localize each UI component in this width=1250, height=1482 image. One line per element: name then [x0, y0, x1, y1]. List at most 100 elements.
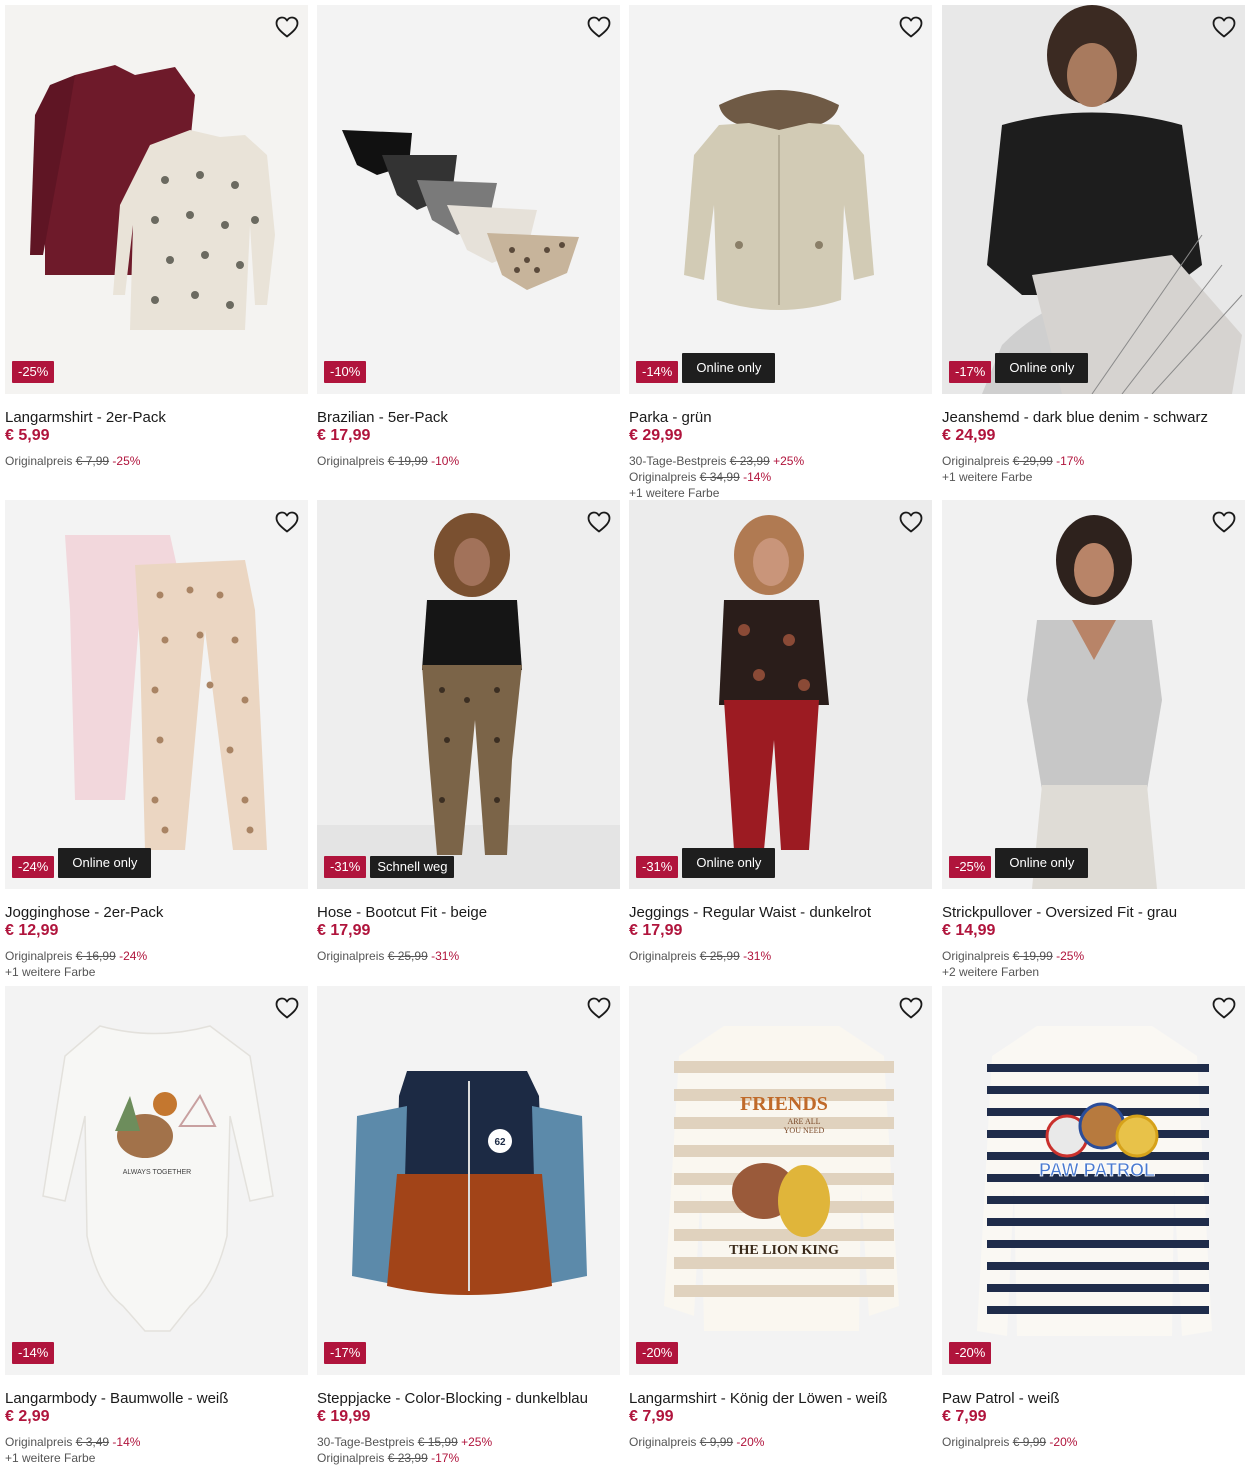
product-title[interactable]: Jeggings - Regular Waist - dunkelrot [629, 904, 932, 922]
product-image[interactable]: -31% Schnell weg [317, 500, 620, 889]
old-price: € 34,99 [699, 470, 740, 484]
product-title[interactable]: Langarmshirt - 2er-Pack [5, 409, 308, 427]
price-change-percent: +25% [461, 1435, 493, 1449]
discount-badge: -31% [636, 856, 679, 878]
more-colors-link[interactable]: +1 weitere Farbe [5, 1450, 308, 1466]
product-price: € 17,99 [317, 922, 371, 939]
product-image[interactable]: -25% [5, 5, 308, 394]
price-info-label: Originalpreis [317, 1451, 385, 1465]
product-title[interactable]: Strickpullover - Oversized Fit - grau [942, 904, 1245, 922]
product-price: € 12,99 [5, 922, 59, 939]
more-colors-link[interactable]: +1 weitere Farbe [629, 485, 932, 501]
price-info-line: Originalpreis € 9,99 -20% [629, 1434, 932, 1450]
product-photo [5, 500, 308, 889]
more-colors-link[interactable]: +1 weitere Farbe [942, 469, 1245, 485]
price-details: Originalpreis € 25,99 -31% [629, 948, 932, 964]
product-image[interactable]: -25% Online only [942, 500, 1245, 889]
product-card[interactable]: -25% Online only Strickpullover - Oversize… [942, 500, 1245, 980]
product-photo [942, 500, 1245, 889]
product-card[interactable]: ALWAYS TOGETHER -14% Langarmbody - Baumwol… [5, 986, 308, 1466]
product-title[interactable]: Steppjacke - Color-Blocking - dunkelblau [317, 1390, 620, 1408]
price-details: Originalpreis € 25,99 -31% [317, 948, 620, 964]
badge-row: -20% [949, 1342, 992, 1364]
product-card[interactable]: -10% Brazilian - 5er-Pack € 17,99 Originalp… [317, 5, 620, 469]
product-photo [942, 5, 1245, 394]
product-card[interactable]: -25% Langarmshirt - 2er-Pack € 5,99 Origina… [5, 5, 308, 469]
discount-badge: -20% [949, 1342, 992, 1364]
product-card[interactable]: -24% Online only Jogginghose - 2er-Pack € 1… [5, 500, 308, 980]
product-title[interactable]: Paw Patrol - weiß [942, 1390, 1245, 1408]
old-price: € 23,99 [387, 1451, 428, 1465]
product-title[interactable]: Hose - Bootcut Fit - beige [317, 904, 620, 922]
badge-row: -17% [324, 1342, 367, 1364]
product-card[interactable]: -31% Schnell weg Hose - Bootcut Fit - beig… [317, 500, 620, 964]
price-info-label: Originalpreis [629, 470, 697, 484]
product-title[interactable]: Langarmshirt - König der Löwen - weiß [629, 1390, 932, 1408]
price-change-percent: -17% [1056, 454, 1085, 468]
old-price: € 7,99 [75, 454, 110, 468]
price-change-percent: -31% [743, 949, 772, 963]
wishlist-heart-icon[interactable] [1211, 14, 1237, 40]
product-image[interactable]: FRIENDS ARE ALL YOU NEED THE LION KING -2… [629, 986, 932, 1375]
product-image[interactable]: ALWAYS TOGETHER -14% [5, 986, 308, 1375]
product-card[interactable]: -17% Online only Jeanshemd - dark blue den… [942, 5, 1245, 485]
product-title[interactable]: Parka - grün [629, 409, 932, 427]
product-title[interactable]: Jogginghose - 2er-Pack [5, 904, 308, 922]
wishlist-heart-icon[interactable] [586, 995, 612, 1021]
product-image[interactable]: PAW PATROL -20% [942, 986, 1245, 1375]
price-info-line: Originalpreis € 9,99 -20% [942, 1434, 1245, 1450]
discount-badge: -17% [949, 361, 992, 383]
product-card[interactable]: -14% Online only Parka - grün € 29,99 30-Tag… [629, 5, 932, 501]
product-image[interactable]: -17% Online only [942, 5, 1245, 394]
wishlist-heart-icon[interactable] [274, 14, 300, 40]
wishlist-heart-icon[interactable] [898, 995, 924, 1021]
badge-row: -14% [12, 1342, 55, 1364]
badge-row: -25% [12, 361, 55, 383]
product-image[interactable]: -24% Online only [5, 500, 308, 889]
product-price: € 7,99 [629, 1408, 674, 1425]
product-image[interactable]: 62 -17% [317, 986, 620, 1375]
old-price: € 19,99 [387, 454, 428, 468]
discount-badge: -20% [636, 1342, 679, 1364]
more-colors-link[interactable]: +1 weitere Farbe [5, 964, 308, 980]
price-info-label: Originalpreis [629, 949, 697, 963]
price-change-percent: -14% [743, 470, 772, 484]
product-title[interactable]: Brazilian - 5er-Pack [317, 409, 620, 427]
svg-text:62: 62 [494, 1137, 506, 1148]
price-change-percent: -14% [112, 1435, 141, 1449]
wishlist-heart-icon[interactable] [1211, 509, 1237, 535]
product-card[interactable]: FRIENDS ARE ALL YOU NEED THE LION KING -2… [629, 986, 932, 1450]
wishlist-heart-icon[interactable] [1211, 995, 1237, 1021]
product-card[interactable]: 62 -17% Steppjacke - Color-Blocking - dunk… [317, 986, 620, 1466]
price-info-line: Originalpreis € 29,99 -17% [942, 453, 1245, 469]
wishlist-heart-icon[interactable] [274, 995, 300, 1021]
wishlist-heart-icon[interactable] [586, 509, 612, 535]
product-photo: FRIENDS ARE ALL YOU NEED THE LION KING [629, 986, 932, 1375]
availability-tag: Online only [682, 353, 776, 383]
price-change-percent: -17% [431, 1451, 460, 1465]
product-card[interactable]: -31% Online only Jeggings - Regular Waist … [629, 500, 932, 964]
wishlist-heart-icon[interactable] [586, 14, 612, 40]
price-details: Originalpreis € 16,99 -24% +1 weitere Far… [5, 948, 308, 980]
discount-badge: -17% [324, 1342, 367, 1364]
product-image[interactable]: -14% Online only [629, 5, 932, 394]
product-image[interactable]: -10% [317, 5, 620, 394]
product-photo [629, 500, 932, 889]
more-colors-link[interactable]: +2 weitere Farben [942, 964, 1245, 980]
price-details: 30-Tage-Bestpreis € 23,99 +25% Originalpr… [629, 453, 932, 501]
product-card[interactable]: PAW PATROL -20% Paw Patrol - weiß € 7,99 Ori… [942, 986, 1245, 1450]
wishlist-heart-icon[interactable] [898, 509, 924, 535]
product-photo [317, 500, 620, 889]
price-details: Originalpreis € 29,99 -17% +1 weitere Far… [942, 453, 1245, 485]
wishlist-heart-icon[interactable] [274, 509, 300, 535]
wishlist-heart-icon[interactable] [898, 14, 924, 40]
product-image[interactable]: -31% Online only [629, 500, 932, 889]
price-info-label: 30-Tage-Bestpreis [317, 1435, 415, 1449]
product-title[interactable]: Jeanshemd - dark blue denim - schwarz [942, 409, 1245, 427]
price-change-percent: -25% [112, 454, 141, 468]
price-details: 30-Tage-Bestpreis € 15,99 +25% Originalpr… [317, 1434, 620, 1466]
badge-row: -20% [636, 1342, 679, 1364]
product-title[interactable]: Langarmbody - Baumwolle - weiß [5, 1390, 308, 1408]
price-info-line: Originalpreis € 25,99 -31% [629, 948, 932, 964]
badge-row: -25% Online only [949, 848, 1089, 878]
